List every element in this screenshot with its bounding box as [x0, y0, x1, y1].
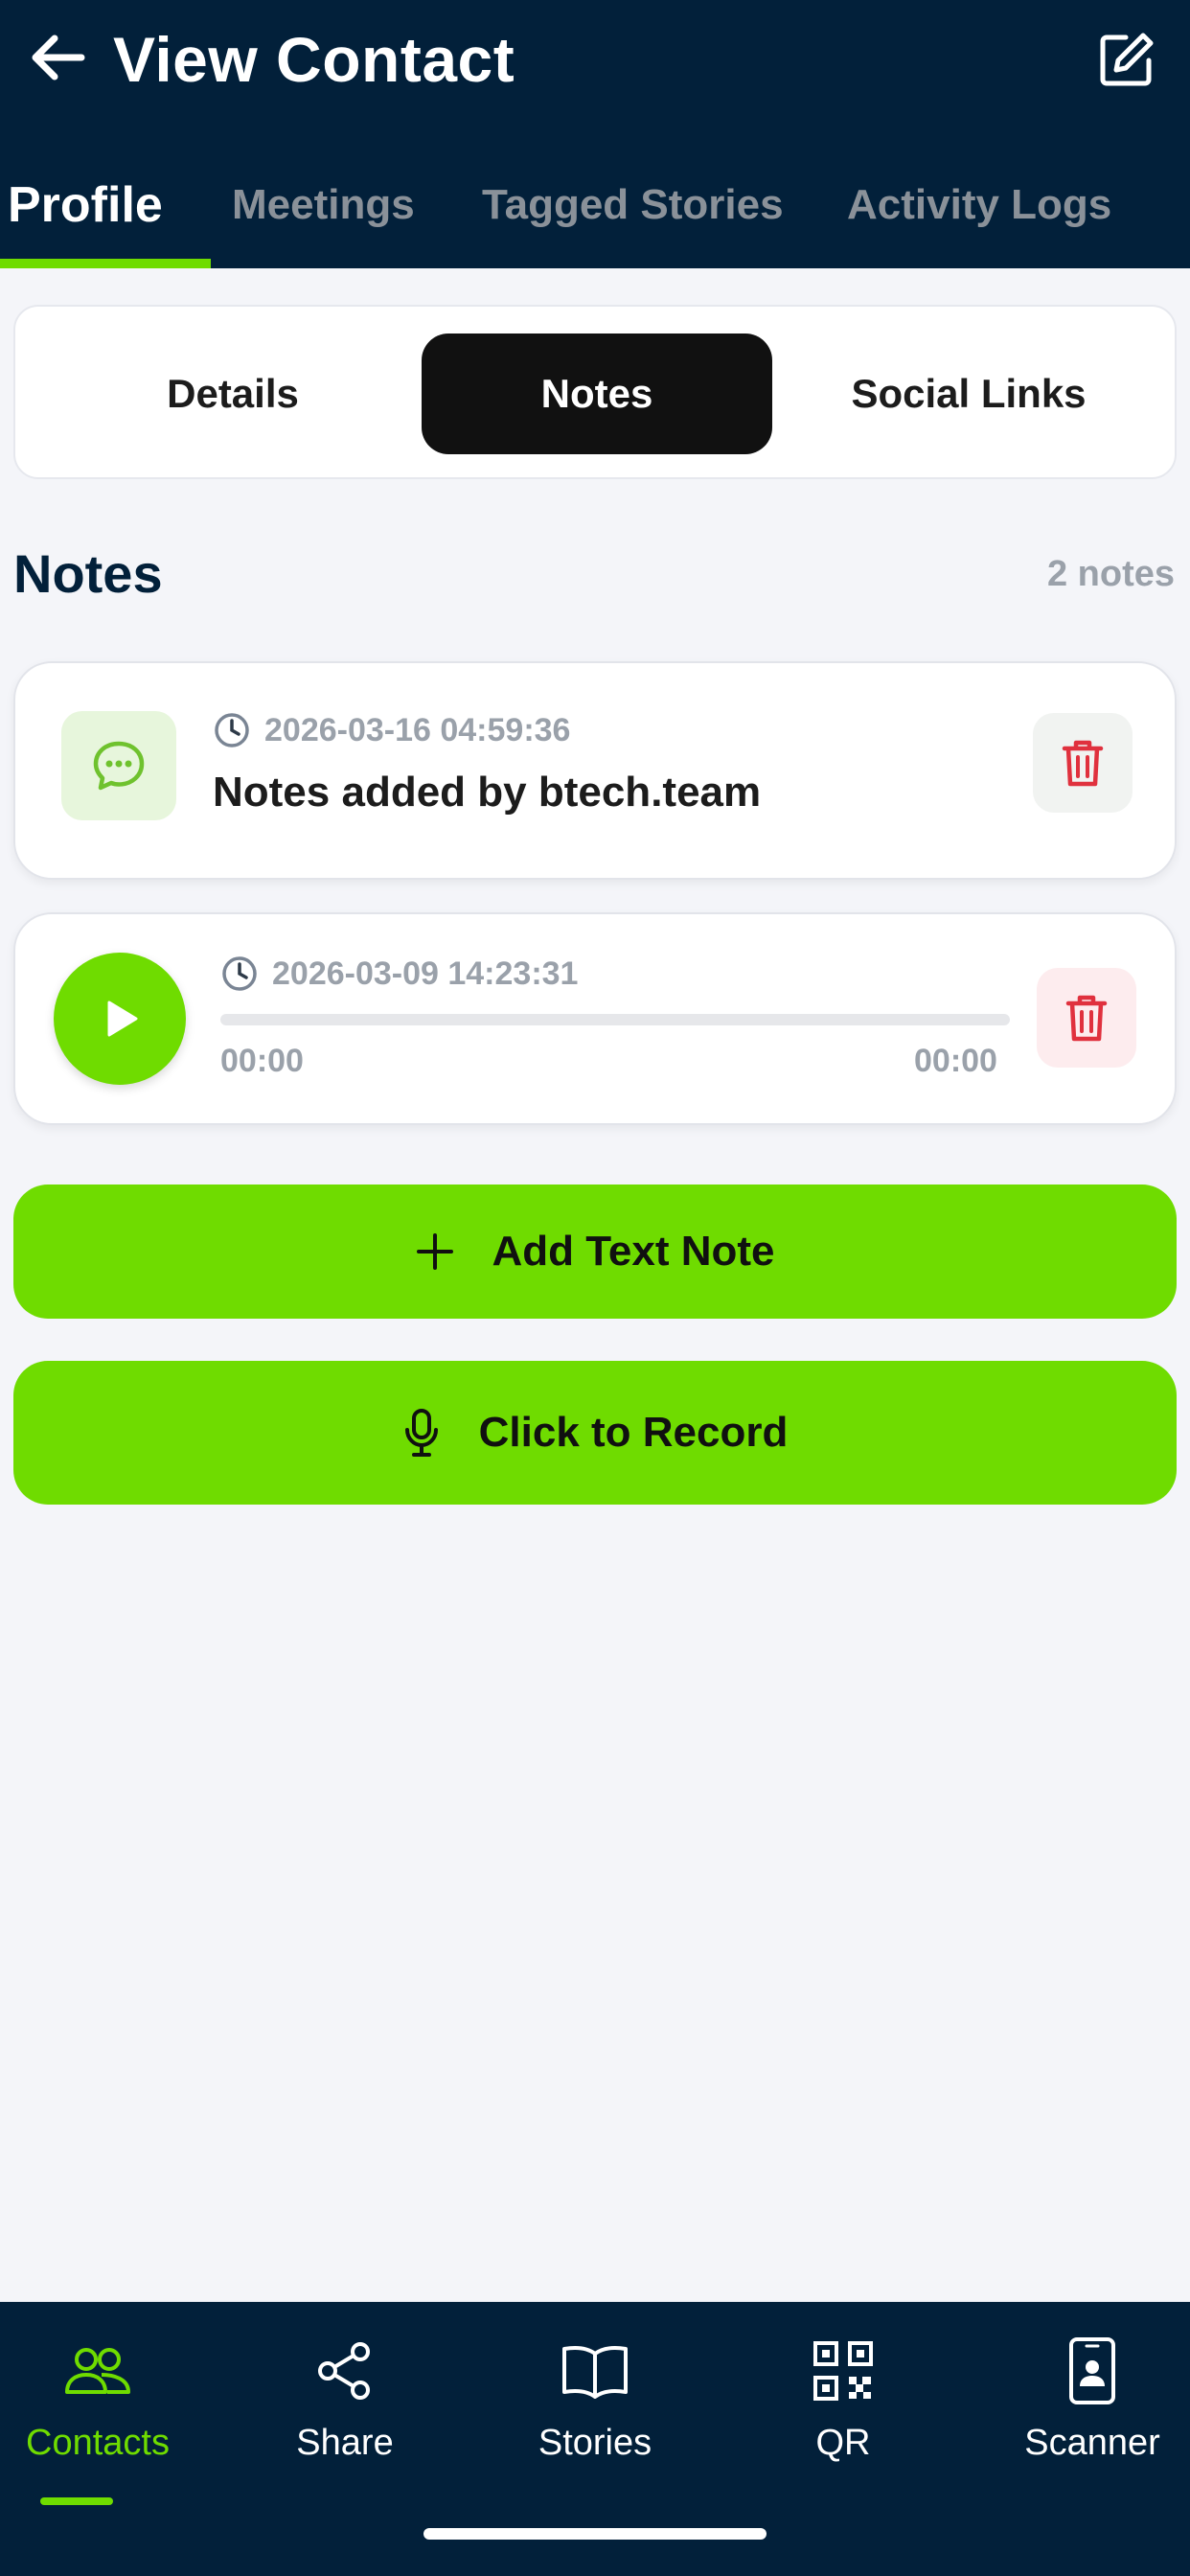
contacts-icon — [63, 2331, 132, 2411]
edit-button[interactable] — [1094, 27, 1159, 92]
nav-label: Scanner — [1024, 2423, 1160, 2463]
active-tab-indicator — [0, 259, 211, 268]
nav-label: QR — [815, 2423, 871, 2463]
trash-icon — [1065, 995, 1108, 1042]
notes-count: 2 notes — [1046, 554, 1175, 594]
trash-icon — [1062, 740, 1104, 787]
audio-duration: 00:00 — [914, 1043, 997, 1079]
scanner-icon — [1067, 2331, 1117, 2411]
tab-meetings[interactable]: Meetings — [232, 165, 415, 245]
delete-note-button[interactable] — [1037, 968, 1136, 1068]
play-icon — [107, 1000, 138, 1037]
audio-progress-bar[interactable] — [220, 1014, 1010, 1025]
segment-details[interactable]: Details — [48, 334, 418, 454]
notes-heading: Notes — [13, 543, 163, 604]
delete-note-button[interactable] — [1033, 713, 1133, 813]
arrow-left-icon — [32, 34, 85, 80]
note-timestamp: 2026-03-09 14:23:31 — [272, 954, 579, 992]
nav-active-indicator — [40, 2497, 113, 2505]
back-button[interactable] — [27, 27, 88, 88]
nav-qr[interactable]: QR — [724, 2331, 962, 2494]
nav-label: Stories — [538, 2423, 652, 2463]
segment-notes[interactable]: Notes — [422, 334, 772, 454]
add-text-note-label: Add Text Note — [492, 1228, 775, 1275]
nav-contacts[interactable]: Contacts — [0, 2331, 217, 2505]
tab-profile[interactable]: Profile — [8, 165, 163, 245]
segment-social-links[interactable]: Social Links — [784, 334, 1154, 454]
note-type-tile — [61, 711, 176, 820]
note-timestamp: 2026-03-16 04:59:36 — [264, 711, 571, 748]
segmented-control: Details Notes Social Links — [13, 305, 1177, 479]
edit-icon — [1100, 33, 1154, 86]
note-meta: 2026-03-09 14:23:31 — [220, 954, 578, 993]
clock-icon — [213, 711, 251, 749]
nav-share[interactable]: Share — [226, 2331, 464, 2494]
app-header: View Contact Profile Meetings Tagged Sto… — [0, 0, 1190, 268]
chat-bubble-icon — [93, 741, 145, 791]
note-meta: 2026-03-16 04:59:36 — [213, 711, 570, 749]
record-label: Click to Record — [478, 1409, 789, 1456]
plus-icon — [416, 1232, 454, 1271]
note-text: Notes added by btech.team — [213, 769, 762, 816]
tab-tagged-stories[interactable]: Tagged Stories — [482, 165, 784, 245]
add-text-note-button[interactable]: Add Text Note — [13, 1184, 1177, 1319]
top-tab-bar: Profile Meetings Tagged Stories Activity… — [0, 153, 1190, 268]
book-icon — [561, 2331, 629, 2411]
voice-note-card[interactable]: 2026-03-09 14:23:31 00:00 00:00 — [13, 912, 1177, 1125]
tab-activity-logs[interactable]: Activity Logs — [847, 165, 1111, 245]
clock-icon — [220, 954, 259, 993]
nav-scanner[interactable]: Scanner — [973, 2331, 1190, 2494]
page-title: View Contact — [113, 24, 515, 95]
audio-elapsed: 00:00 — [220, 1043, 304, 1079]
home-indicator — [423, 2528, 767, 2540]
text-note-card[interactable]: 2026-03-16 04:59:36 Notes added by btech… — [13, 661, 1177, 880]
nav-label: Contacts — [26, 2423, 170, 2463]
qr-code-icon — [812, 2331, 874, 2411]
share-icon — [316, 2331, 374, 2411]
nav-label: Share — [296, 2423, 394, 2463]
microphone-icon — [402, 1408, 441, 1458]
nav-stories[interactable]: Stories — [476, 2331, 714, 2494]
record-button[interactable]: Click to Record — [13, 1361, 1177, 1505]
play-button[interactable] — [54, 953, 186, 1085]
